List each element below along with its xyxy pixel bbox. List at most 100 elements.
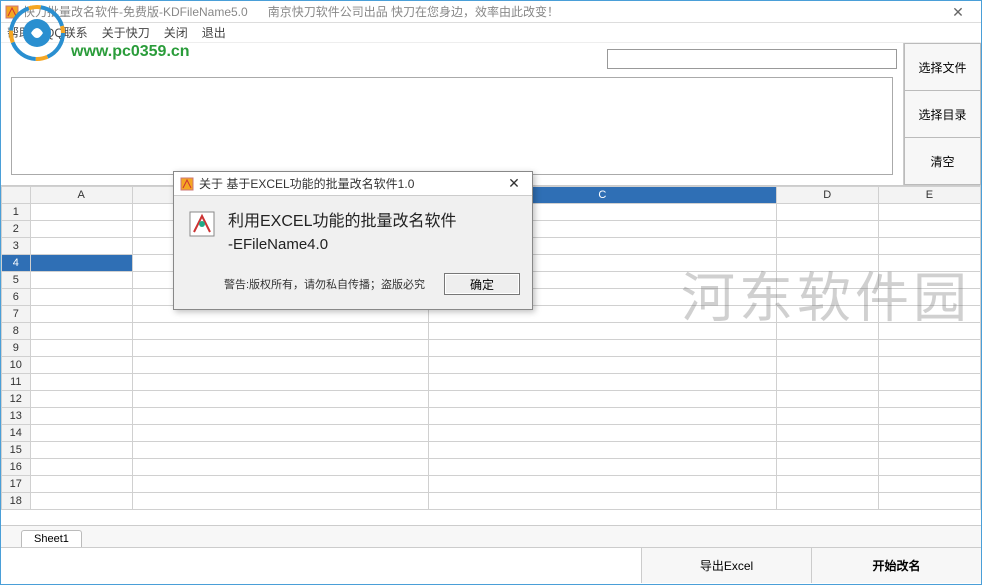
- cell[interactable]: [30, 306, 132, 323]
- dialog-close-button[interactable]: ✕: [502, 175, 526, 192]
- cell[interactable]: [878, 340, 980, 357]
- cell[interactable]: [30, 323, 132, 340]
- cell[interactable]: [878, 289, 980, 306]
- menu-close[interactable]: 关闭: [164, 24, 188, 41]
- row-header-selected[interactable]: 4: [2, 255, 31, 272]
- cell[interactable]: [30, 204, 132, 221]
- sheet-tab-1[interactable]: Sheet1: [21, 530, 82, 547]
- row-header[interactable]: 10: [2, 357, 31, 374]
- cell[interactable]: [132, 391, 428, 408]
- cell[interactable]: [429, 459, 776, 476]
- row-header[interactable]: 16: [2, 459, 31, 476]
- row-header[interactable]: 1: [2, 204, 31, 221]
- cell[interactable]: [30, 272, 132, 289]
- row-header[interactable]: 13: [2, 408, 31, 425]
- cell[interactable]: [776, 289, 878, 306]
- cell[interactable]: [132, 493, 428, 510]
- cell[interactable]: [776, 204, 878, 221]
- cell[interactable]: [429, 493, 776, 510]
- cell[interactable]: [776, 340, 878, 357]
- row-header[interactable]: 7: [2, 306, 31, 323]
- row-header[interactable]: 12: [2, 391, 31, 408]
- cell[interactable]: [429, 442, 776, 459]
- cell[interactable]: [878, 323, 980, 340]
- clear-button[interactable]: 清空: [904, 138, 981, 185]
- cell[interactable]: [776, 323, 878, 340]
- menu-contact[interactable]: QQ联系: [45, 24, 88, 41]
- select-dir-button[interactable]: 选择目录: [904, 91, 981, 138]
- cell[interactable]: [878, 255, 980, 272]
- row-header[interactable]: 18: [2, 493, 31, 510]
- cell[interactable]: [878, 221, 980, 238]
- col-header-d[interactable]: D: [776, 187, 878, 204]
- cell[interactable]: [878, 425, 980, 442]
- cell[interactable]: [878, 391, 980, 408]
- cell[interactable]: [429, 425, 776, 442]
- menu-about[interactable]: 关于快刀: [102, 24, 150, 41]
- cell[interactable]: [30, 408, 132, 425]
- row-header[interactable]: 2: [2, 221, 31, 238]
- cell[interactable]: [132, 323, 428, 340]
- cell[interactable]: [30, 476, 132, 493]
- cell[interactable]: [30, 238, 132, 255]
- cell[interactable]: [878, 459, 980, 476]
- row-header[interactable]: 6: [2, 289, 31, 306]
- start-rename-button[interactable]: 开始改名: [811, 548, 981, 583]
- cell[interactable]: [878, 374, 980, 391]
- row-header[interactable]: 11: [2, 374, 31, 391]
- cell[interactable]: [776, 391, 878, 408]
- row-header[interactable]: 14: [2, 425, 31, 442]
- cell[interactable]: [776, 493, 878, 510]
- cell[interactable]: [776, 459, 878, 476]
- row-header[interactable]: 9: [2, 340, 31, 357]
- export-excel-button[interactable]: 导出Excel: [641, 548, 811, 583]
- dialog-titlebar[interactable]: 关于 基于EXCEL功能的批量改名软件1.0 ✕: [174, 172, 532, 196]
- cell[interactable]: [30, 289, 132, 306]
- cell[interactable]: [776, 357, 878, 374]
- cell[interactable]: [30, 374, 132, 391]
- col-header-e[interactable]: E: [878, 187, 980, 204]
- cell[interactable]: [30, 493, 132, 510]
- cell[interactable]: [878, 238, 980, 255]
- cell[interactable]: [878, 442, 980, 459]
- cell[interactable]: [30, 391, 132, 408]
- cell[interactable]: [429, 323, 776, 340]
- cell[interactable]: [132, 425, 428, 442]
- cell[interactable]: [429, 408, 776, 425]
- row-header[interactable]: 3: [2, 238, 31, 255]
- cell[interactable]: [878, 306, 980, 323]
- cell[interactable]: [30, 340, 132, 357]
- cell[interactable]: [429, 476, 776, 493]
- cell[interactable]: [776, 442, 878, 459]
- cell[interactable]: [878, 357, 980, 374]
- cell[interactable]: [776, 272, 878, 289]
- cell[interactable]: [132, 374, 428, 391]
- cell[interactable]: [776, 221, 878, 238]
- cell[interactable]: [132, 476, 428, 493]
- col-header-a[interactable]: A: [30, 187, 132, 204]
- select-file-button[interactable]: 选择文件: [904, 43, 981, 91]
- cell[interactable]: [878, 272, 980, 289]
- cell[interactable]: [132, 357, 428, 374]
- cell[interactable]: [776, 408, 878, 425]
- cell[interactable]: [429, 374, 776, 391]
- cell[interactable]: [776, 476, 878, 493]
- cell[interactable]: [878, 408, 980, 425]
- path-input[interactable]: [607, 49, 897, 69]
- row-header[interactable]: 5: [2, 272, 31, 289]
- cell[interactable]: [776, 306, 878, 323]
- menu-help[interactable]: 帮助: [7, 24, 31, 41]
- file-list-area[interactable]: [11, 77, 893, 175]
- cell[interactable]: [429, 357, 776, 374]
- window-close-button[interactable]: ✕: [943, 1, 973, 23]
- row-header[interactable]: 17: [2, 476, 31, 493]
- cell[interactable]: [776, 255, 878, 272]
- corner-cell[interactable]: [2, 187, 31, 204]
- cell[interactable]: [30, 425, 132, 442]
- row-header[interactable]: 15: [2, 442, 31, 459]
- cell[interactable]: [132, 459, 428, 476]
- cell[interactable]: [429, 391, 776, 408]
- cell[interactable]: [878, 493, 980, 510]
- cell[interactable]: [30, 221, 132, 238]
- cell[interactable]: [132, 408, 428, 425]
